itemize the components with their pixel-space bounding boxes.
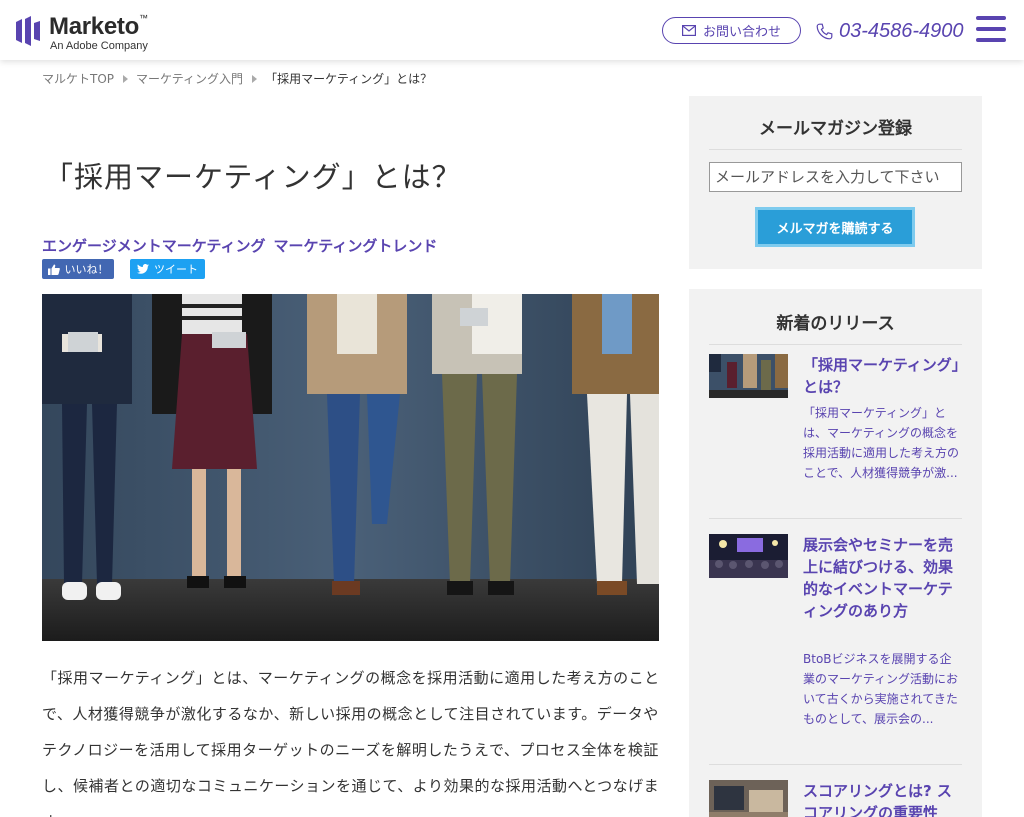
article-tags: エンゲージメントマーケティング マーケティングトレンド (42, 235, 437, 256)
releases-title: 新着のリリース (709, 309, 962, 345)
marketo-logo-icon (16, 16, 40, 46)
breadcrumb-separator-icon (123, 74, 129, 83)
divider (709, 518, 962, 519)
tweet-button[interactable]: ツイート (130, 259, 205, 279)
phone-number: 03-4586-4900 (839, 19, 964, 42)
breadcrumb-item-intro[interactable]: マーケティング入門 (136, 70, 243, 87)
menu-button[interactable] (976, 16, 1006, 42)
tag-marketing-trend[interactable]: マーケティングトレンド (274, 235, 438, 256)
breadcrumb-item-current: 「採用マーケティング」とは？ (265, 72, 433, 86)
contact-button[interactable]: お問い合わせ (662, 17, 801, 44)
newsletter-box: メールマガジン登録 メルマガを購読する (689, 96, 982, 269)
thumbs-up-icon (47, 264, 60, 275)
hero-image (42, 294, 659, 641)
subscribe-button[interactable]: メルマガを購読する (755, 207, 915, 247)
tag-engagement-marketing[interactable]: エンゲージメントマーケティング (42, 235, 266, 256)
release-description: BtoBビジネスを展開する企業のマーケティング活動において古くから実施されてきた… (803, 652, 959, 726)
divider (709, 764, 962, 765)
new-releases-box: 新着のリリース 「採用マーケティング」とは？ 「採用マーケティング」とは、マーケ… (689, 289, 982, 817)
release-title[interactable]: スコアリングとは? スコアリングの重要性 (803, 780, 963, 817)
twitter-bird-icon (137, 264, 149, 274)
hero-illustration (42, 294, 659, 641)
social-buttons: いいね！ ツイート (42, 259, 205, 279)
newsletter-title: メールマガジン登録 (709, 114, 962, 150)
release-thumbnail (709, 780, 788, 817)
release-title[interactable]: 展示会やセミナーを売上に結びつける、効果的なイベントマーケティングのあり方 (803, 534, 963, 622)
hamburger-line (976, 16, 1006, 20)
article-body: 「採用マーケティング」とは、マーケティングの概念を採用活動に適用した考え方のこと… (42, 669, 660, 817)
hamburger-line (976, 27, 1006, 31)
page-title: 「採用マーケティング」とは？ (44, 160, 462, 194)
phone-icon (816, 23, 833, 39)
logo-name: Marketo (49, 13, 139, 40)
hamburger-line (976, 38, 1006, 42)
email-field[interactable] (709, 162, 962, 192)
tweet-label: ツイート (154, 263, 198, 276)
site-header: Marketo™ An Adobe Company お問い合わせ 03-4586… (0, 0, 1024, 60)
breadcrumb-item-top[interactable]: マルケトTOP (42, 70, 114, 87)
release-title[interactable]: 「採用マーケティング」とは？ (803, 354, 963, 398)
phone-link[interactable]: 03-4586-4900 (816, 18, 964, 44)
facebook-like-button[interactable]: いいね！ (42, 259, 114, 279)
release-thumbnail (709, 534, 788, 578)
release-thumbnail (709, 354, 788, 398)
logo-subtitle: An Adobe Company (50, 40, 148, 52)
like-label: いいね！ (64, 263, 109, 276)
mail-icon (681, 25, 696, 36)
breadcrumb: マルケトTOP マーケティング入門 「採用マーケティング」とは？ (42, 70, 432, 87)
breadcrumb-separator-icon (252, 74, 258, 83)
contact-label: お問い合わせ (702, 25, 781, 40)
release-description: 「採用マーケティング」とは、マーケティングの概念を採用活動に適用した考え方のこと… (803, 406, 960, 480)
logo-trademark: ™ (138, 13, 148, 23)
marketo-logo[interactable]: Marketo™ An Adobe Company (15, 13, 165, 56)
